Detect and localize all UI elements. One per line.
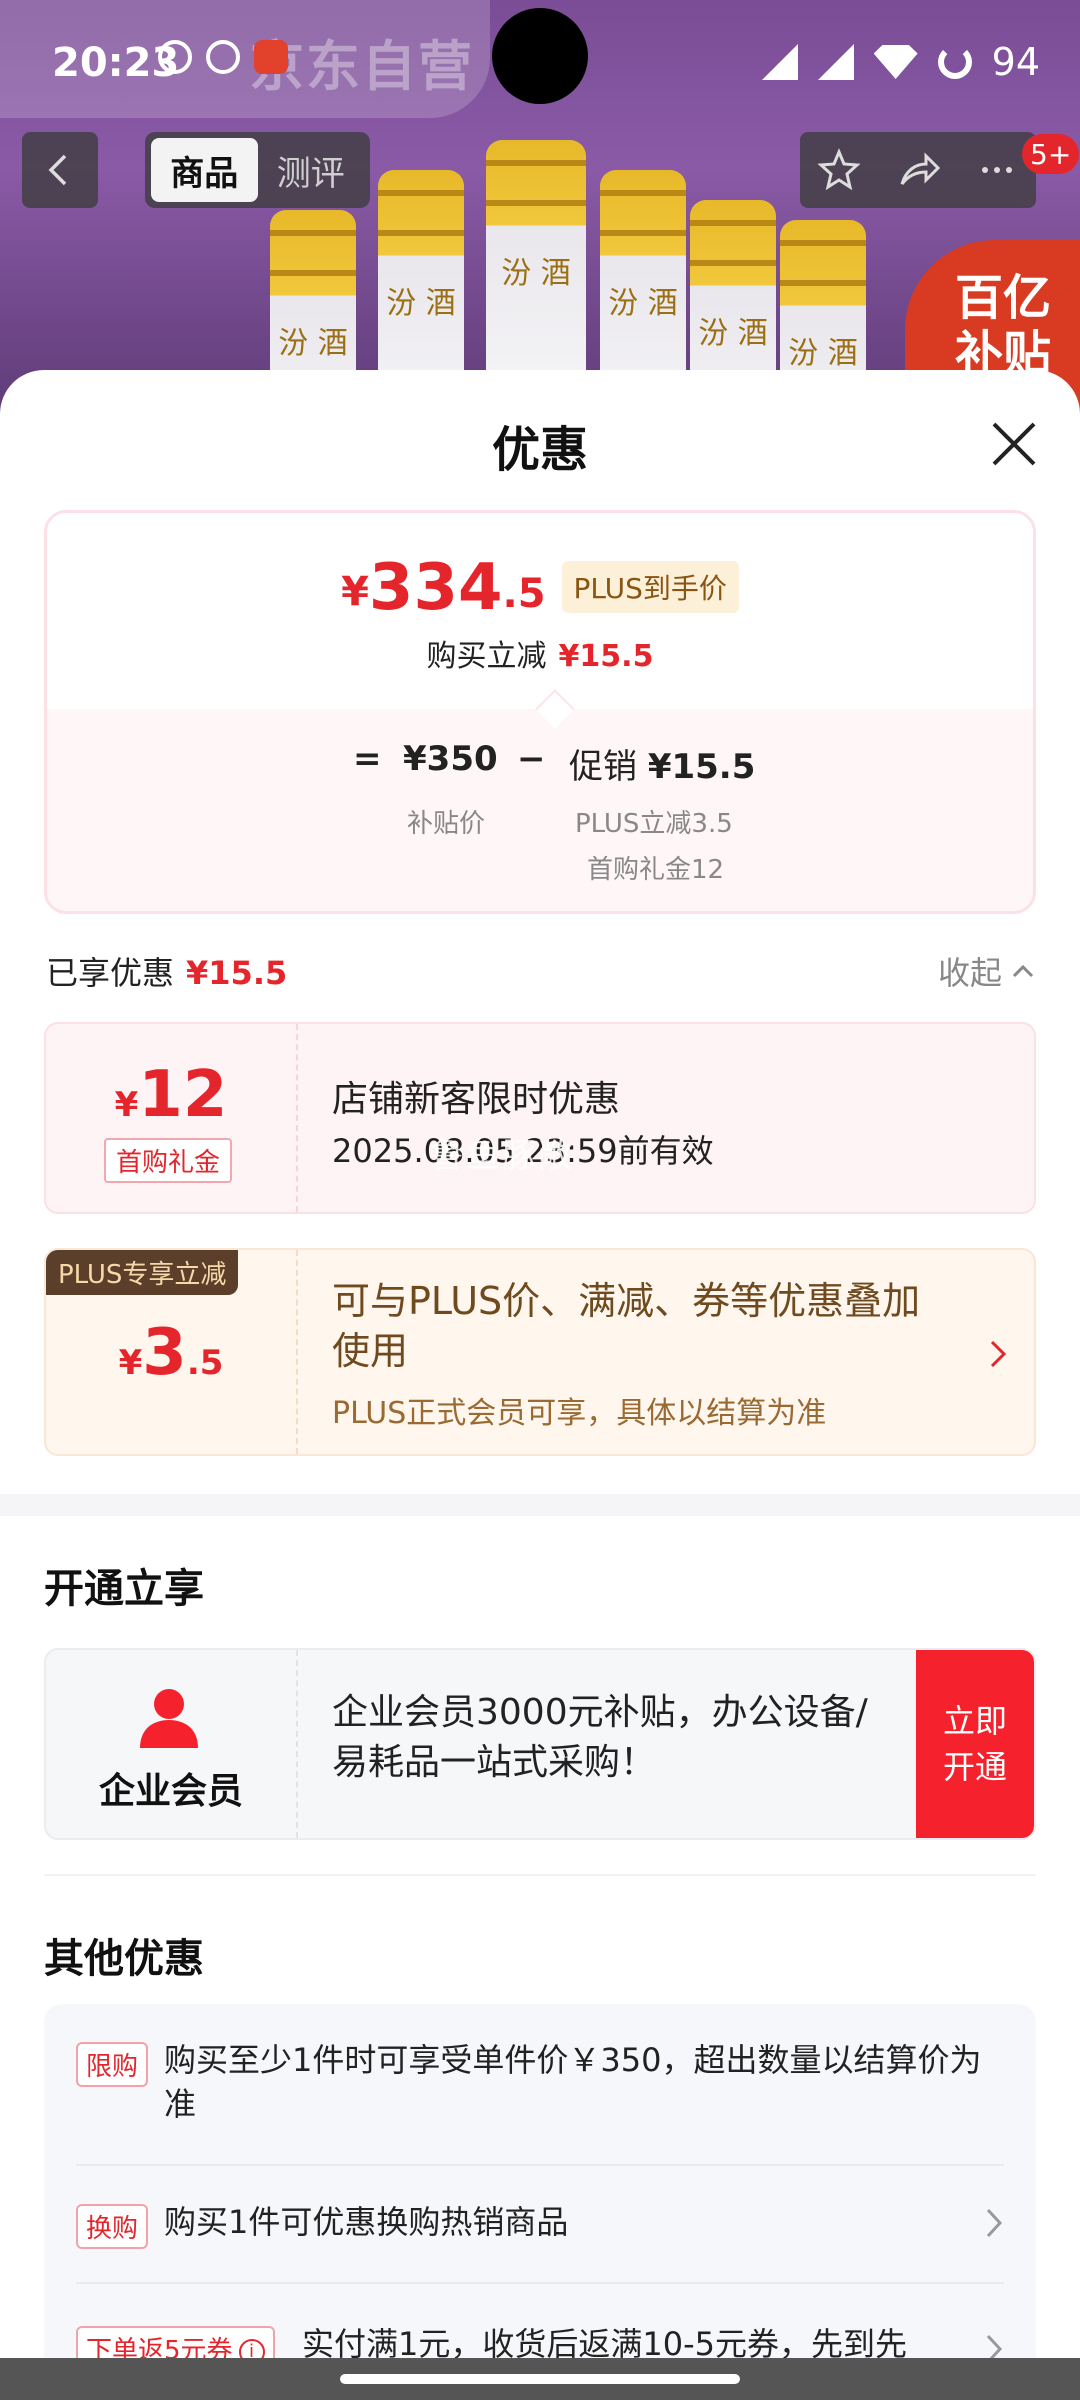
- reduction-label: 购买立减: [426, 639, 547, 674]
- share-icon[interactable]: [896, 148, 940, 192]
- more-icon[interactable]: [975, 148, 1019, 192]
- section-divider: [0, 1494, 1080, 1516]
- open-membership-button[interactable]: 立即开通: [916, 1650, 1034, 1838]
- final-price: ¥ 334 .5 PLUS到手价: [47, 553, 1033, 623]
- chevron-left-icon: [48, 154, 67, 186]
- list-item: 限购 购买至少1件时可享受单件价￥350，超出数量以结算价为准: [76, 2038, 1004, 2128]
- signal-icon: [761, 44, 798, 80]
- collapse-toggle[interactable]: 收起: [938, 948, 1036, 994]
- front-camera: [492, 8, 588, 104]
- other-discounts-list: 限购 购买至少1件时可享受单件价￥350，超出数量以结算价为准 换购 购买1件可…: [44, 2004, 1036, 2400]
- price-decimal: .5: [502, 571, 546, 617]
- promo-item-plus: PLUS立减3.5: [575, 809, 733, 839]
- coupon-value-area: PLUS专享立减 ¥3.5: [46, 1250, 298, 1454]
- divider: [76, 2164, 1004, 2166]
- exchange-tag: 换购: [76, 2204, 149, 2249]
- reduction-value: ¥15.5: [558, 639, 654, 674]
- user-icon: [140, 1689, 198, 1748]
- status-system-icons: 94: [761, 40, 1040, 84]
- sheet-title: 优惠: [491, 422, 588, 478]
- tab-review[interactable]: 测评: [258, 138, 365, 202]
- list-item[interactable]: 换购 购买1件可优惠换购热销商品: [76, 2200, 1004, 2250]
- divider: [44, 1874, 1036, 1876]
- header-actions: [800, 132, 1036, 208]
- subsidy-line-1: 百亿: [955, 270, 1052, 326]
- home-gesture-pill[interactable]: [340, 2374, 740, 2384]
- first-purchase-coupon: ¥12 首购礼金 店铺新客限时优惠 2025.08.05 23:59前有效: [44, 1022, 1036, 1214]
- promo-label: 促销: [569, 747, 637, 787]
- coupon-amount: ¥12: [114, 1058, 228, 1132]
- wifi-icon: [873, 45, 918, 79]
- enjoyed-value: ¥15.5: [186, 954, 288, 992]
- member-name: 企业会员: [98, 1771, 243, 1812]
- alarm-icon: [206, 40, 240, 74]
- tab-product[interactable]: 商品: [151, 138, 258, 202]
- plus-exclusive-coupon[interactable]: PLUS专享立减 ¥3.5 可与PLUS价、满减、券等优惠叠加使用 PLUS正式…: [44, 1248, 1036, 1456]
- star-icon[interactable]: [817, 148, 861, 192]
- coupon-amount: ¥3.5: [118, 1316, 224, 1390]
- coupon-title: 可与PLUS价、满减、券等优惠叠加使用: [332, 1279, 921, 1373]
- coupon-title: 店铺新客限时优惠: [332, 1079, 621, 1120]
- coupon-type-tag: 首购礼金: [104, 1138, 233, 1183]
- plus-price-tag: PLUS到手价: [561, 561, 739, 613]
- other-section-title: 其他优惠: [44, 1936, 204, 1982]
- base-price-label: 补贴价: [407, 809, 486, 839]
- status-notification-icons: [158, 40, 288, 74]
- plus-ribbon: PLUS专享立减: [46, 1250, 239, 1295]
- divider: [76, 2282, 1004, 2284]
- calc-equal-sign: =: [353, 739, 382, 779]
- battery-level: 94: [991, 40, 1040, 84]
- price-breakdown-card: ¥ 334 .5 PLUS到手价 购买立减 ¥15.5 = ¥350 − 促销 ¥…: [44, 510, 1036, 914]
- chevron-right-icon: [986, 2208, 1003, 2238]
- enjoyed-label: 已享优惠: [46, 954, 175, 992]
- open-section-title: 开通立享: [44, 1566, 204, 1612]
- discount-sheet: 优惠 ¥ 334 .5 PLUS到手价 购买立减 ¥15.5 = ¥350 − 促…: [0, 370, 1080, 2400]
- base-price: ¥350: [403, 739, 498, 779]
- bottle-image: 汾 酒: [486, 140, 586, 400]
- watermark-text: 鲁鱼豚敞: [430, 1136, 574, 1176]
- promo-item-first-purchase: 首购礼金12: [587, 855, 725, 885]
- price-integer: 334: [368, 551, 503, 625]
- promo-amount: 促销 ¥15.5: [569, 739, 755, 788]
- promo-value: ¥15.5: [647, 747, 756, 787]
- screen: 京东自营 汾 酒 汾 酒 汾 酒 汾 酒 汾 酒 汾 酒 百亿 补贴 20:23: [0, 0, 1080, 2400]
- exchange-text: 购买1件可优惠换购热销商品: [164, 2203, 569, 2241]
- purchase-reduction: 购买立减 ¥15.5: [47, 631, 1033, 675]
- message-count-badge: 5+: [1022, 134, 1080, 174]
- close-icon[interactable]: [986, 416, 1042, 472]
- status-bar: 20:23 94: [0, 0, 1080, 120]
- limit-tag: 限购: [76, 2042, 149, 2087]
- coupon-description: PLUS正式会员可享，具体以结算为准: [332, 1396, 827, 1431]
- calc-minus-sign: −: [517, 739, 546, 779]
- tab-switcher: 商品 测评: [145, 132, 370, 208]
- coupon-value-area: ¥12 首购礼金: [46, 1024, 298, 1212]
- app-notification-icon: [254, 40, 288, 74]
- enjoyed-discount: 已享优惠 ¥15.5: [46, 948, 287, 994]
- signal-icon: [817, 44, 854, 80]
- member-badge: 企业会员: [46, 1650, 298, 1838]
- member-description: 企业会员3000元补贴，办公设备/易耗品一站式采购！: [332, 1692, 868, 1783]
- mute-icon: [158, 40, 192, 74]
- price-currency: ¥: [341, 569, 369, 615]
- chevron-right-icon: [990, 1340, 1007, 1368]
- enterprise-member-card: 企业会员 企业会员3000元补贴，办公设备/易耗品一站式采购！ 立即开通: [44, 1648, 1036, 1840]
- battery-icon: [937, 45, 972, 79]
- collapse-label: 收起: [938, 954, 1003, 992]
- back-button[interactable]: [22, 132, 98, 208]
- chevron-up-icon: [1012, 964, 1034, 978]
- limit-text: 购买至少1件时可享受单件价￥350，超出数量以结算价为准: [164, 2041, 982, 2123]
